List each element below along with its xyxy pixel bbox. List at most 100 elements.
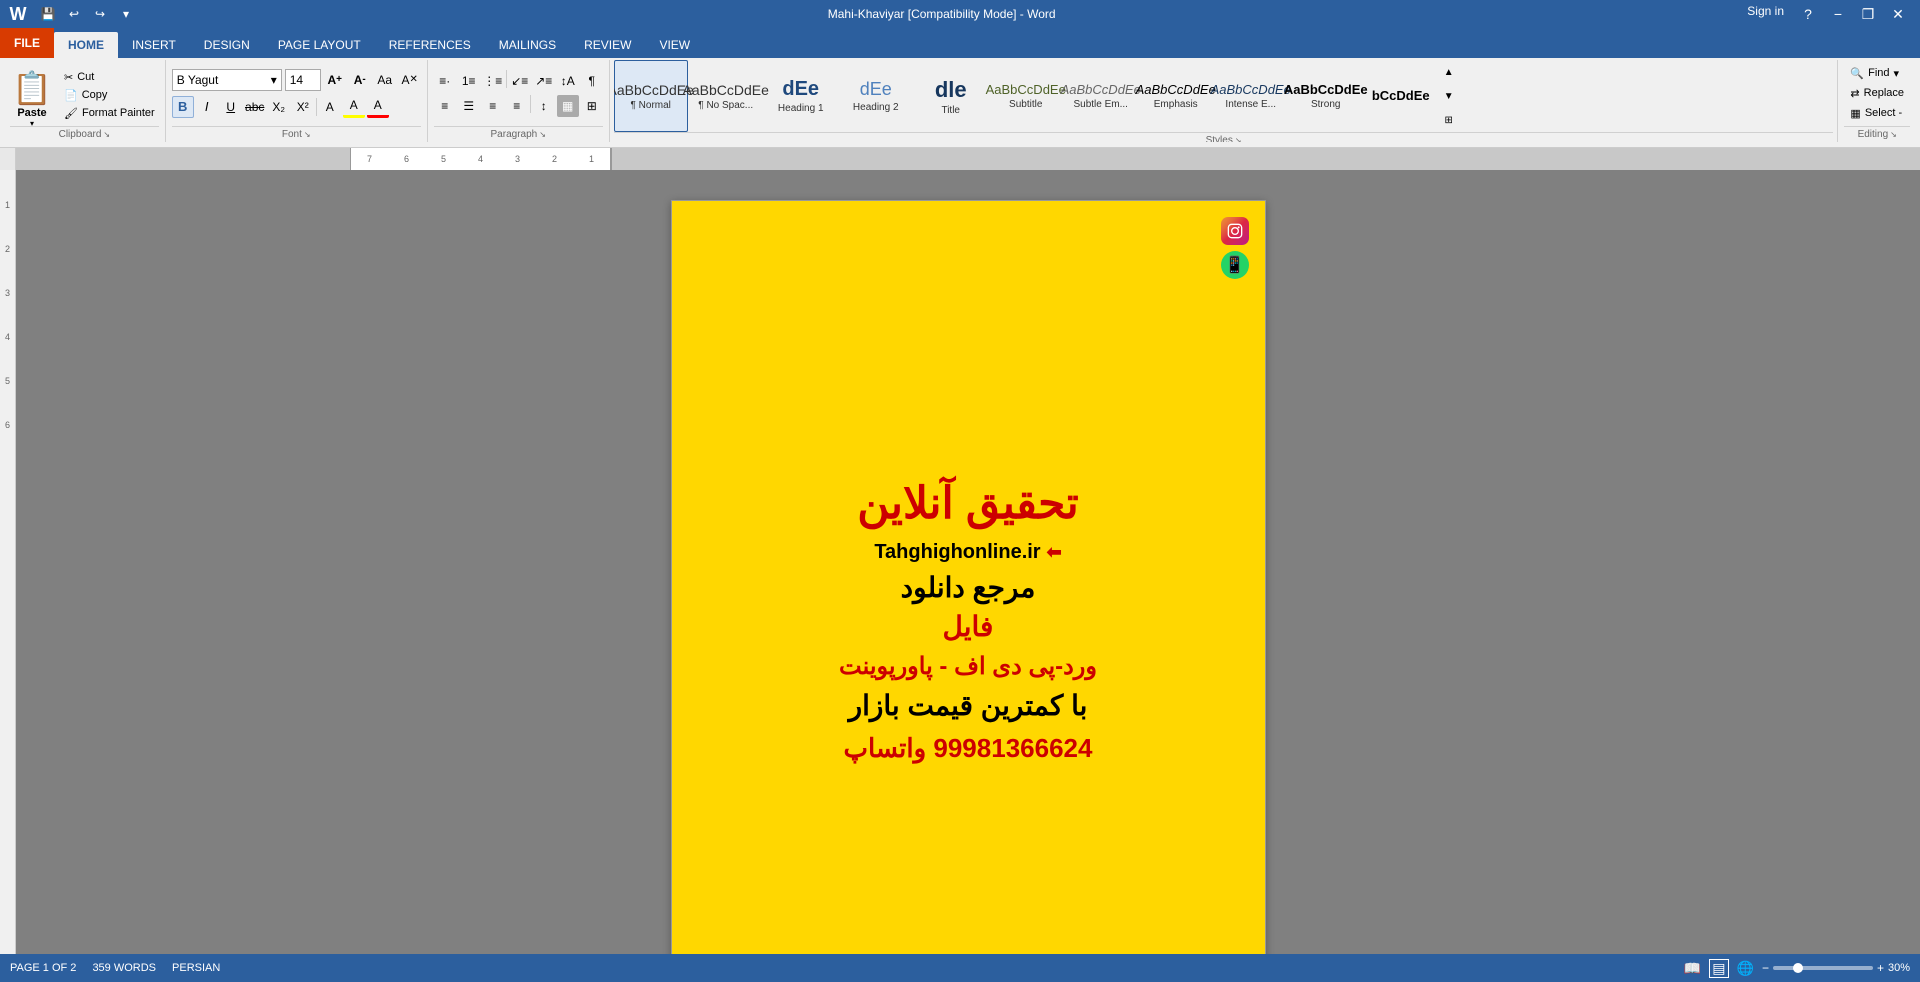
restore-btn[interactable]: ❐ xyxy=(1854,4,1882,24)
replace-button[interactable]: ⇄ Replace xyxy=(1844,85,1910,102)
style-subtitle[interactable]: AaBbCcDdEe Subtitle xyxy=(989,60,1063,132)
text-highlight-btn[interactable]: A xyxy=(343,96,365,118)
tab-pagelayout[interactable]: PAGE LAYOUT xyxy=(264,32,375,58)
horizontal-ruler[interactable]: 7654321 xyxy=(16,148,1920,170)
format-painter-button[interactable]: 🖌 Format Painter xyxy=(60,105,159,122)
styles-more[interactable]: ⊞ xyxy=(1441,109,1457,131)
italic-btn[interactable]: I xyxy=(196,96,218,118)
vertical-ruler[interactable]: 123456 xyxy=(0,170,16,954)
web-layout-btn[interactable]: 🌐 xyxy=(1737,960,1754,977)
tab-view[interactable]: VIEW xyxy=(645,32,704,58)
tab-references[interactable]: REFERENCES xyxy=(375,32,485,58)
sort-btn[interactable]: ↕A xyxy=(557,70,579,92)
style-heading1[interactable]: dEe Heading 1 xyxy=(764,60,838,132)
font-size-selector[interactable]: 14 xyxy=(285,69,321,91)
tab-design[interactable]: DESIGN xyxy=(190,32,264,58)
font-group-label[interactable]: Font ↘ xyxy=(172,126,421,142)
find-button[interactable]: 🔍 Find ▾ xyxy=(1844,65,1910,82)
shading-btn[interactable]: ▦ xyxy=(557,95,579,117)
clipboard-group-label[interactable]: Clipboard ↘ xyxy=(10,126,159,142)
change-case-btn[interactable]: Aa xyxy=(374,69,396,91)
tab-review[interactable]: REVIEW xyxy=(570,32,645,58)
font-shrink-btn[interactable]: A- xyxy=(349,69,371,91)
styles-scroll-down[interactable]: ▼ xyxy=(1441,85,1457,107)
zoom-in-btn[interactable]: + xyxy=(1877,961,1884,975)
tab-home[interactable]: HOME xyxy=(54,32,118,58)
ruler-corner[interactable] xyxy=(0,148,16,170)
style-emphasis[interactable]: AaBbCcDdEe Emphasis xyxy=(1139,60,1213,132)
strikethrough-btn[interactable]: abc xyxy=(244,96,266,118)
paste-button[interactable]: 📋 Paste ▾ xyxy=(10,65,54,125)
bullets-btn[interactable]: ≡· xyxy=(434,70,456,92)
font-name-selector[interactable]: B Yagut▾ xyxy=(172,69,282,91)
select-button[interactable]: ▦ Select - xyxy=(1844,105,1910,122)
zoom-out-btn[interactable]: − xyxy=(1762,961,1769,975)
style-heading2[interactable]: dEe Heading 2 xyxy=(839,60,913,132)
editing-content: 🔍 Find ▾ ⇄ Replace ▦ Select - xyxy=(1844,60,1910,126)
align-right-btn[interactable]: ≡ xyxy=(482,95,504,117)
redo-icon[interactable]: ↪ xyxy=(90,4,110,24)
align-left-btn[interactable]: ≡ xyxy=(434,95,456,117)
style-intense-e-preview: AaBbCcDdEe xyxy=(1211,82,1291,97)
close-btn[interactable]: ✕ xyxy=(1884,4,1912,24)
font-color-btn[interactable]: A xyxy=(367,96,389,118)
help-btn[interactable]: ? xyxy=(1794,4,1822,24)
style-emphasis-preview: AaBbCcDdEe xyxy=(1136,82,1216,97)
customize-qa-icon[interactable]: ▾ xyxy=(116,4,136,24)
style-bccddee[interactable]: bCcDdEe xyxy=(1364,60,1438,132)
borders-btn[interactable]: ⊞ xyxy=(581,95,603,117)
clear-format-btn[interactable]: A✕ xyxy=(399,69,421,91)
style-bccddee-preview: bCcDdEe xyxy=(1372,88,1430,103)
document-canvas[interactable]: 📱 تحقیق آنلاین Tahghighonline.ir ⬅ مرجع … xyxy=(16,170,1920,954)
style-intense-e[interactable]: AaBbCcDdEe Intense E... xyxy=(1214,60,1288,132)
font-grow-btn[interactable]: A+ xyxy=(324,69,346,91)
decrease-indent-btn[interactable]: ↙≡ xyxy=(509,70,531,92)
styles-group-label[interactable]: Styles ↘ xyxy=(614,132,1834,142)
line-spacing-btn[interactable]: ↕ xyxy=(533,95,555,117)
editing-group-label[interactable]: Editing ↘ xyxy=(1844,126,1910,142)
paragraph-group-label[interactable]: Paragraph ↘ xyxy=(434,126,603,142)
tab-insert[interactable]: INSERT xyxy=(118,32,190,58)
clipboard-dialog-icon: ↘ xyxy=(103,130,110,139)
copy-button[interactable]: 📄 Copy xyxy=(60,87,159,104)
style-normal[interactable]: AaBbCcDdEe ¶ Normal xyxy=(614,60,688,132)
whatsapp-icon: 📱 xyxy=(1221,251,1249,279)
status-left: PAGE 1 OF 2 359 WORDS PERSIAN xyxy=(10,962,220,974)
subscript-btn[interactable]: X₂ xyxy=(268,96,290,118)
multilevel-btn[interactable]: ⋮≡ xyxy=(482,70,504,92)
center-btn[interactable]: ☰ xyxy=(458,95,480,117)
style-normal-label: ¶ Normal xyxy=(631,100,671,111)
style-title-preview: dle xyxy=(935,77,967,103)
numbering-btn[interactable]: 1≡ xyxy=(458,70,480,92)
undo-icon[interactable]: ↩ xyxy=(64,4,84,24)
superscript-btn[interactable]: X² xyxy=(292,96,314,118)
style-title[interactable]: dle Title xyxy=(914,60,988,132)
style-subtle-em[interactable]: AaBbCcDdEe Subtle Em... xyxy=(1064,60,1138,132)
style-emphasis-label: Emphasis xyxy=(1154,99,1198,110)
style-no-spacing[interactable]: AaBbCcDdEe ¶ No Spac... xyxy=(689,60,763,132)
style-strong[interactable]: AaBbCcDdEe Strong xyxy=(1289,60,1363,132)
save-quick-icon[interactable]: 💾 xyxy=(38,4,58,24)
language-indicator[interactable]: PERSIAN xyxy=(172,962,220,974)
style-heading2-label: Heading 2 xyxy=(853,102,899,113)
bold-btn[interactable]: B xyxy=(172,96,194,118)
tab-file[interactable]: FILE xyxy=(0,28,54,58)
cut-button[interactable]: ✂ Cut xyxy=(60,69,159,86)
text-effect-btn[interactable]: A xyxy=(319,96,341,118)
tab-mailings[interactable]: MAILINGS xyxy=(485,32,570,58)
sign-in-link[interactable]: Sign in xyxy=(1747,4,1784,24)
read-mode-btn[interactable]: 📖 xyxy=(1684,960,1701,977)
zoom-slider[interactable] xyxy=(1773,966,1873,970)
font-group: B Yagut▾ 14 A+ A- Aa A✕ B I U abc X₂ X² … xyxy=(166,60,428,142)
page1-line3: ورد-پی دی اف - پاورپوینت xyxy=(839,651,1097,682)
minimize-btn[interactable]: − xyxy=(1824,4,1852,24)
paragraph-bottom-row: ≡ ☰ ≡ ≡ ↕ ▦ ⊞ xyxy=(434,95,603,117)
justify-btn[interactable]: ≡ xyxy=(506,95,528,117)
style-heading1-preview: dEe xyxy=(782,78,819,101)
print-layout-btn[interactable]: ▤ xyxy=(1709,959,1728,978)
font-content: B Yagut▾ 14 A+ A- Aa A✕ B I U abc X₂ X² … xyxy=(172,60,421,126)
increase-indent-btn[interactable]: ↗≡ xyxy=(533,70,555,92)
styles-scroll-up[interactable]: ▲ xyxy=(1441,61,1457,83)
show-hide-btn[interactable]: ¶ xyxy=(581,70,603,92)
underline-btn[interactable]: U xyxy=(220,96,242,118)
